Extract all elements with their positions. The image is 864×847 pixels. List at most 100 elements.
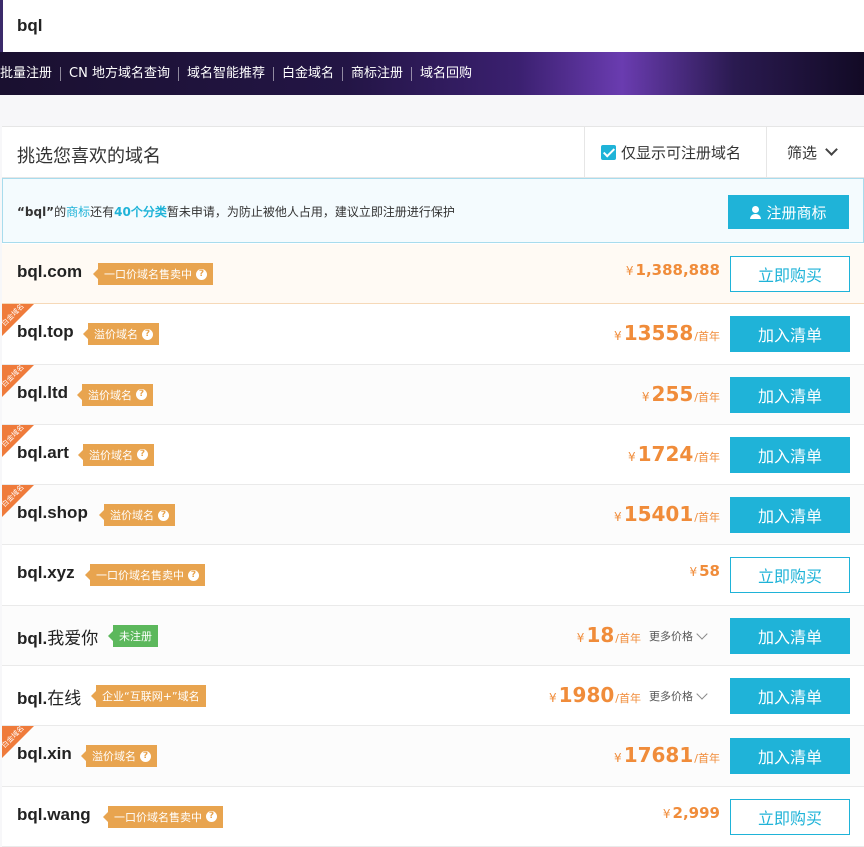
status-badge: 溢价域名?	[81, 745, 157, 768]
currency-symbol: ¥	[614, 510, 622, 525]
domain-list: bql.com 一口价域名售卖中? ¥1,388,888 立即购买 白金域名 b…	[2, 244, 864, 847]
help-icon[interactable]: ?	[158, 509, 169, 521]
add-to-list-button[interactable]: 加入清单	[730, 436, 850, 473]
currency-symbol: ¥	[627, 449, 636, 464]
domain-name: bql.我爱你	[17, 624, 98, 649]
price: ¥1980/首年	[549, 683, 641, 707]
only-available-toggle[interactable]: 仅显示可注册域名	[584, 127, 766, 177]
help-icon[interactable]: ?	[196, 268, 207, 280]
add-to-list-button[interactable]: 加入清单	[730, 316, 850, 353]
currency-symbol: ¥	[689, 565, 698, 580]
price-unit: /首年	[615, 692, 641, 706]
status-badge: 溢价域名?	[83, 323, 159, 346]
price: ¥2,999	[663, 804, 720, 822]
price: ¥1,388,888	[626, 261, 720, 279]
checkbox-checked-icon[interactable]	[601, 144, 616, 160]
nav-link-platinum[interactable]: 白金域名	[274, 66, 343, 81]
categories-count[interactable]: 40个分类	[114, 205, 167, 219]
domain-row: 白金域名 bql.shop 溢价域名? ¥15401/首年 加入清单	[2, 485, 864, 546]
add-to-list-button[interactable]: 加入清单	[730, 678, 850, 715]
price-value: 1,388,888	[635, 261, 720, 279]
trademark-notice-text: “bql”的商标还有40个分类暂未申请，为防止被他人占用，建议立即注册进行保护	[17, 203, 455, 220]
price-value: 18	[586, 622, 615, 647]
help-icon[interactable]: ?	[142, 328, 153, 340]
add-to-list-button[interactable]: 加入清单	[730, 497, 850, 534]
trademark-link[interactable]: 商标	[66, 205, 90, 219]
price: ¥1724/首年	[628, 442, 720, 466]
domain-name-ascii: bql.	[17, 628, 48, 648]
register-trademark-button[interactable]: 注册商标	[728, 195, 849, 229]
add-to-list-button[interactable]: 加入清单	[730, 376, 850, 413]
panel-header: 挑选您喜欢的域名 仅显示可注册域名 筛选	[2, 127, 864, 178]
nav-link-trademark[interactable]: 商标注册	[343, 66, 412, 81]
nav-link-cn-local[interactable]: CN 地方域名查询	[61, 66, 179, 81]
more-prices-toggle[interactable]: 更多价格	[649, 628, 708, 644]
price: ¥13558/首年	[614, 321, 720, 345]
domain-name: bql.xin	[17, 744, 72, 764]
buy-now-button[interactable]: 立即购买	[730, 256, 850, 292]
price-unit: /首年	[694, 390, 720, 404]
domain-row: bql.我爱你 未注册 ¥18/首年 更多价格 加入清单	[2, 605, 864, 667]
notice-text-1: 的	[54, 205, 67, 219]
badge-label: 溢价域名	[110, 509, 154, 523]
price-value: 58	[699, 562, 720, 581]
price-unit: /首年	[694, 330, 720, 344]
help-icon[interactable]: ?	[137, 449, 148, 461]
help-icon[interactable]: ?	[140, 750, 151, 762]
badge-label: 一口价域名售卖中	[104, 268, 192, 281]
more-prices-toggle[interactable]: 更多价格	[649, 688, 708, 704]
domain-name: bql.wang	[17, 804, 91, 824]
notice-text-3: 暂未申请，为防止被他人占用，建议立即注册进行保护	[166, 205, 455, 219]
help-icon[interactable]: ?	[188, 569, 199, 581]
currency-symbol: ¥	[662, 806, 671, 821]
price: ¥58	[689, 562, 720, 580]
chevron-down-icon	[696, 688, 708, 700]
domain-name: bql.xyz	[17, 563, 75, 583]
domain-name: bql.在线	[17, 684, 81, 709]
price-value: 17681	[623, 743, 694, 768]
price-unit: /首年	[694, 450, 720, 464]
badge-label: 溢价域名	[92, 750, 136, 764]
notice-text-2: 还有	[90, 205, 115, 219]
domain-row: 白金域名 bql.art 溢价域名? ¥1724/首年 加入清单	[2, 424, 864, 486]
badge-label: 未注册	[119, 629, 152, 643]
buy-now-button[interactable]: 立即购买	[730, 557, 850, 594]
search-input[interactable]	[17, 12, 837, 40]
currency-symbol: ¥	[641, 389, 650, 404]
domain-name-cn: 在线	[47, 689, 82, 710]
filter-dropdown[interactable]: 筛选	[766, 127, 864, 177]
buy-now-button[interactable]: 立即购买	[730, 798, 850, 835]
nav-banner: 批量注册 CN 地方域名查询 域名智能推荐 白金域名 商标注册 域名回购	[0, 52, 864, 95]
nav-link-bulk-register[interactable]: 批量注册	[0, 66, 62, 81]
price: ¥255/首年	[642, 382, 720, 406]
domain-row: 白金域名 bql.ltd 溢价域名? ¥255/首年 加入清单	[2, 364, 864, 425]
nav-links: 批量注册 CN 地方域名查询 域名智能推荐 白金域名 商标注册 域名回购	[0, 52, 480, 95]
person-icon	[750, 205, 762, 219]
domain-row: bql.wang 一口价域名售卖中? ¥2,999 立即购买	[2, 786, 864, 847]
price: ¥15401/首年	[614, 502, 720, 526]
domain-row: 白金域名 bql.xin 溢价域名? ¥17681/首年 加入清单	[2, 726, 864, 787]
nav-link-buyback[interactable]: 域名回购	[412, 66, 480, 81]
more-prices-label: 更多价格	[649, 690, 693, 704]
trademark-notice: “bql”的商标还有40个分类暂未申请，为防止被他人占用，建议立即注册进行保护 …	[2, 178, 864, 243]
add-to-list-button[interactable]: 加入清单	[730, 738, 850, 775]
register-trademark-label: 注册商标	[766, 204, 827, 222]
domain-row: bql.xyz 一口价域名售卖中? ¥58 立即购买	[2, 545, 864, 606]
nav-link-smart-recommend[interactable]: 域名智能推荐	[179, 66, 274, 81]
currency-symbol: ¥	[614, 329, 622, 344]
help-icon[interactable]: ?	[206, 811, 217, 823]
domain-name-cn: 我爱你	[47, 628, 99, 649]
add-to-list-button[interactable]: 加入清单	[730, 617, 850, 654]
domain-row: bql.com 一口价域名售卖中? ¥1,388,888 立即购买	[2, 244, 864, 305]
domain-name: bql.top	[17, 322, 74, 342]
search-bar	[0, 0, 864, 52]
badge-label: 溢价域名	[88, 388, 132, 402]
status-badge: 溢价域名?	[77, 383, 153, 406]
chevron-down-icon	[825, 143, 838, 156]
help-icon[interactable]: ?	[136, 389, 147, 401]
badge-label: 溢价域名	[89, 448, 133, 462]
currency-symbol: ¥	[614, 751, 622, 766]
domain-row: 白金域名 bql.top 溢价域名? ¥13558/首年 加入清单	[2, 304, 864, 365]
status-badge: 溢价域名?	[99, 504, 175, 527]
domain-row: bql.在线 企业“互联网+”域名 ¥1980/首年 更多价格 加入清单	[2, 666, 864, 727]
